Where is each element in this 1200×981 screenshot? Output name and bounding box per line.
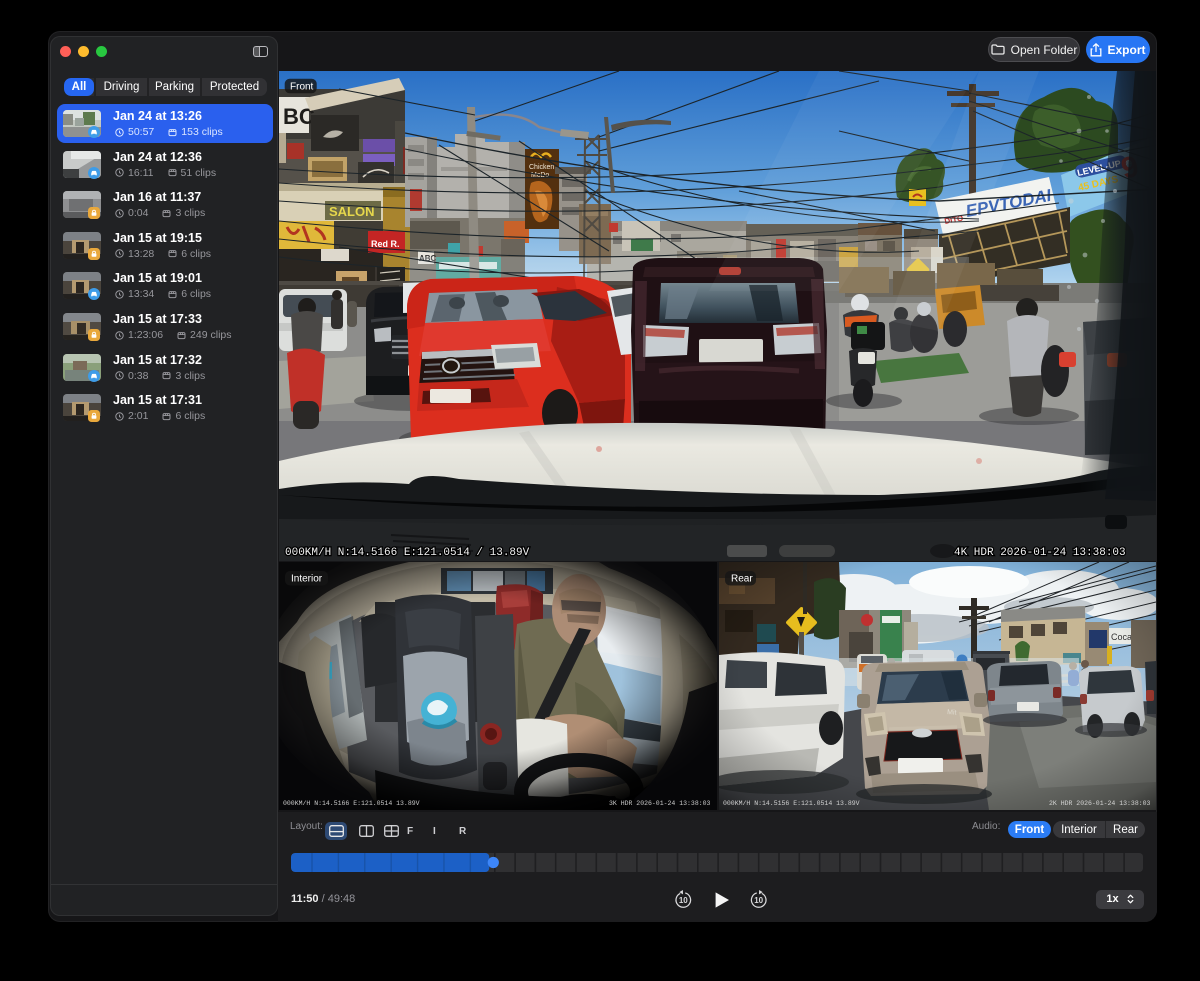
svg-text:000KM/H N:14.5166 E:121.0514: 000KM/H N:14.5166 E:121.0514 / 13.89V xyxy=(285,547,530,559)
svg-text:10: 10 xyxy=(679,896,688,905)
svg-text:Chicken: Chicken xyxy=(529,164,554,171)
svg-text:3K HDR 2026-01-24 13:38:03: 3K HDR 2026-01-24 13:38:03 xyxy=(609,800,711,807)
svg-text:2K HDR 2026-01-24 13:38:03: 2K HDR 2026-01-24 13:38:03 xyxy=(1049,800,1151,807)
svg-text:Interior: Interior xyxy=(291,574,323,585)
svg-text:4K HDR 2026-01-24 13:38:03: 4K HDR 2026-01-24 13:38:03 xyxy=(954,547,1126,559)
svg-text:000KM/H N:14.5156 E:121.0514: 000KM/H N:14.5156 E:121.0514 13.89V xyxy=(723,800,860,807)
svg-text:Rear: Rear xyxy=(731,574,753,585)
svg-text:Front: Front xyxy=(290,81,314,92)
svg-text:10: 10 xyxy=(754,896,763,905)
svg-text:000KM/H N:14.5166 E:121.0514: 000KM/H N:14.5166 E:121.0514 13.89V xyxy=(283,800,420,807)
